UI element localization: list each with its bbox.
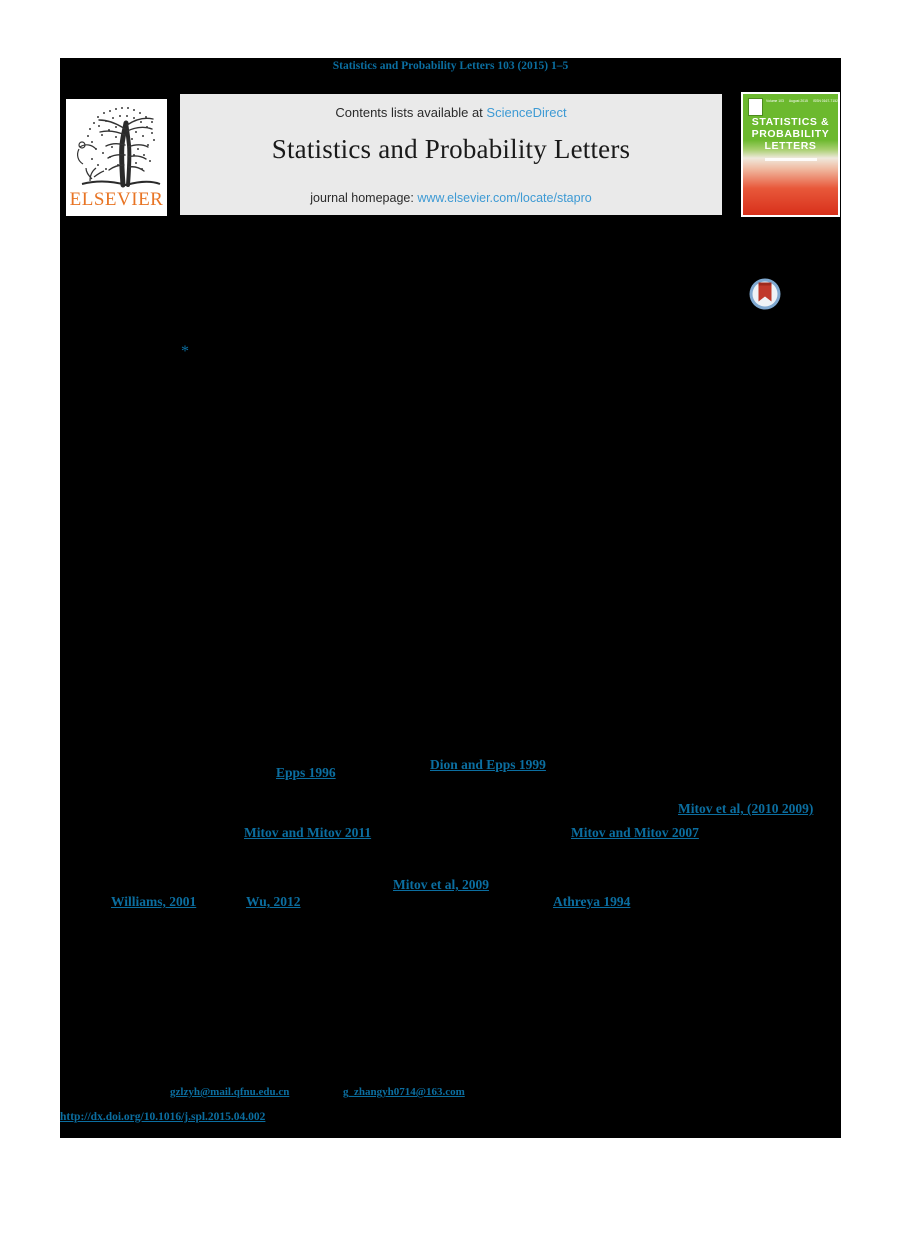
- cover-title: STATISTICS & PROBABILITY LETTERS: [743, 116, 838, 152]
- citation-link[interactable]: Athreya 1994: [553, 894, 630, 909]
- elsevier-logo: ELSEVIER: [66, 99, 167, 216]
- cover-meta: Volume 103 August 2015 ISSN 0167-7152: [766, 99, 838, 103]
- cover-artwork: Volume 103 August 2015 ISSN 0167-7152 ST…: [743, 94, 838, 215]
- citation-link[interactable]: Dion and Epps 1999: [430, 757, 546, 772]
- email-link[interactable]: g_zhangyh0714@163.com: [343, 1086, 465, 1099]
- elsevier-wordmark: ELSEVIER: [69, 189, 164, 210]
- email-link[interactable]: gzlzyh@mail.qfnu.edu.cn: [170, 1086, 289, 1099]
- cover-meta-left: Volume 103: [766, 99, 784, 103]
- citation-link[interactable]: Mitov et al, (2010 2009): [678, 801, 813, 816]
- citation-link[interactable]: Epps 1996: [276, 765, 336, 780]
- journal-title: Statistics and Probability Letters: [271, 134, 631, 164]
- elsevier-tree-icon: [68, 101, 165, 189]
- doi-link[interactable]: http://dx.doi.org/10.1016/j.spl.2015.04.…: [60, 1111, 265, 1123]
- cover-elsevier-icon: [748, 98, 763, 116]
- corresponding-author-asterisk: *: [181, 343, 189, 360]
- contents-line: Contents lists available at ScienceDirec…: [180, 105, 722, 120]
- cover-title-line-1: STATISTICS &: [751, 116, 830, 128]
- homepage-prefix: journal homepage:: [310, 191, 418, 205]
- journal-cover-thumbnail: Volume 103 August 2015 ISSN 0167-7152 ST…: [741, 92, 840, 217]
- cover-title-line-3: LETTERS: [764, 140, 817, 152]
- cover-header: Volume 103 August 2015 ISSN 0167-7152: [746, 96, 838, 116]
- cover-meta-center: August 2015: [788, 99, 808, 103]
- cover-title-line-2: PROBABILITY: [751, 128, 830, 140]
- sciencedirect-link[interactable]: ScienceDirect: [486, 105, 566, 120]
- citation-link[interactable]: Mitov and Mitov 2007: [571, 825, 699, 840]
- citation-link[interactable]: Mitov and Mitov 2011: [244, 825, 371, 840]
- journal-homepage-link[interactable]: www.elsevier.com/locate/stapro: [417, 191, 591, 205]
- journal-masthead: Contents lists available at ScienceDirec…: [180, 94, 722, 215]
- contents-prefix: Contents lists available at: [335, 105, 487, 120]
- article-page-body: Statistics and Probability Letters 103 (…: [60, 58, 841, 1138]
- cover-rule: [765, 158, 817, 161]
- journal-homepage-line: journal homepage: www.elsevier.com/locat…: [180, 191, 722, 205]
- citation-link[interactable]: Wu, 2012: [246, 894, 301, 909]
- cover-meta-right: ISSN 0167-7152: [812, 99, 838, 103]
- citation-link[interactable]: Mitov et al, 2009: [393, 877, 489, 892]
- crossmark-logo[interactable]: [748, 277, 782, 311]
- running-head: Statistics and Probability Letters 103 (…: [332, 60, 569, 72]
- citation-link[interactable]: Williams, 2001: [111, 894, 196, 909]
